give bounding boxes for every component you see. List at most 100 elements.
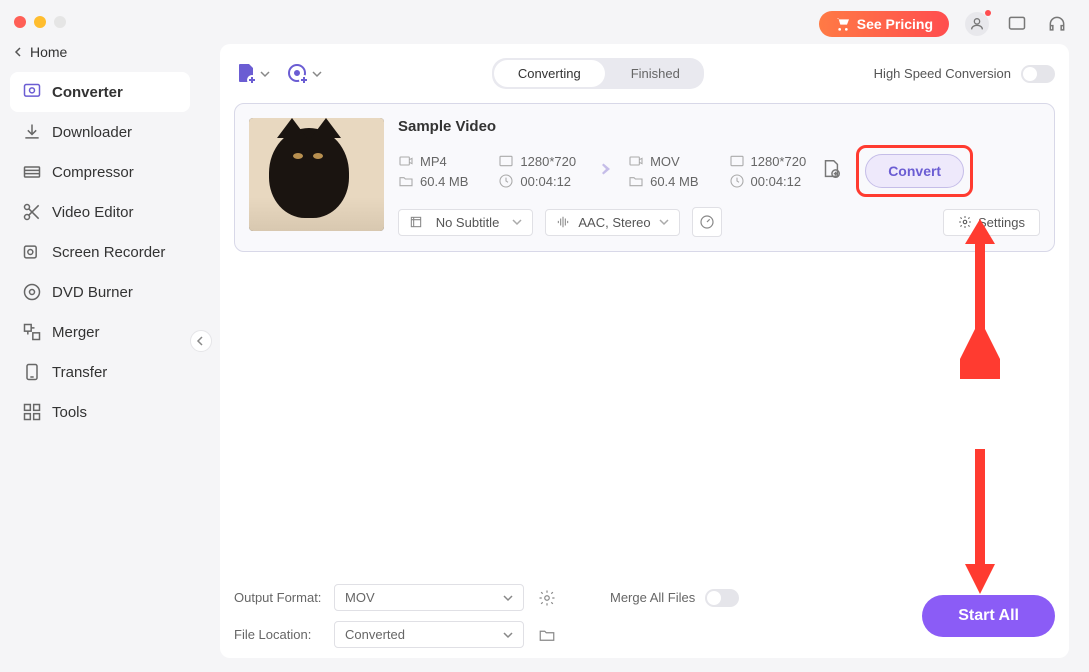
collapse-sidebar-button[interactable] xyxy=(190,330,212,352)
topbar: See Pricing xyxy=(220,10,1069,38)
file-location-label: File Location: xyxy=(234,627,324,642)
dst-duration: 00:04:12 xyxy=(729,173,807,189)
src-format: MP4 xyxy=(398,153,468,169)
start-all-button[interactable]: Start All xyxy=(922,595,1055,637)
status-tabs: Converting Finished xyxy=(492,58,704,89)
src-resolution: 1280*720 xyxy=(498,153,576,169)
sidebar-item-label: Screen Recorder xyxy=(52,244,165,261)
close-window-button[interactable] xyxy=(14,16,26,28)
sidebar-item-label: Transfer xyxy=(52,364,107,381)
merge-label: Merge All Files xyxy=(610,590,695,605)
high-speed-toggle[interactable] xyxy=(1021,65,1055,83)
merge-toggle[interactable] xyxy=(705,589,739,607)
chat-icon xyxy=(1007,14,1027,34)
convert-button[interactable]: Convert xyxy=(865,154,964,188)
sidebar-item-screen-recorder[interactable]: Screen Recorder xyxy=(10,232,190,272)
folder-icon xyxy=(398,173,414,189)
convert-highlight: Convert xyxy=(856,145,973,197)
chevron-down-icon xyxy=(659,217,669,227)
disc-icon xyxy=(22,282,42,302)
compressor-icon xyxy=(22,162,42,182)
gear-icon xyxy=(538,589,556,607)
subtitle-value: No Subtitle xyxy=(436,215,500,230)
clock-icon xyxy=(729,173,745,189)
panel-header: Converting Finished High Speed Conversio… xyxy=(234,58,1055,89)
sidebar-item-merger[interactable]: Merger xyxy=(10,312,190,352)
converter-icon xyxy=(22,82,42,102)
src-size: 60.4 MB xyxy=(398,173,468,189)
minimize-window-button[interactable] xyxy=(34,16,46,28)
sidebar-item-label: Compressor xyxy=(52,164,134,181)
subtitle-icon xyxy=(409,215,423,229)
high-speed-label: High Speed Conversion xyxy=(874,66,1011,81)
sidebar-item-label: Merger xyxy=(52,324,100,341)
dst-size: 60.4 MB xyxy=(628,173,698,189)
feedback-button[interactable] xyxy=(1005,12,1029,36)
chevron-down-icon xyxy=(312,69,322,79)
edit-params-button[interactable] xyxy=(820,158,842,185)
output-format-value: MOV xyxy=(345,590,375,605)
sidebar-item-label: Converter xyxy=(52,84,123,101)
sidebar-item-tools[interactable]: Tools xyxy=(10,392,190,432)
user-icon xyxy=(969,16,985,32)
task-title: Sample Video xyxy=(398,118,1040,135)
main-area: See Pricing Conv xyxy=(200,0,1089,672)
target-info: MOV 60.4 MB 1280*720 00:04:12 xyxy=(628,153,806,189)
sidebar-item-compressor[interactable]: Compressor xyxy=(10,152,190,192)
file-location-row: File Location: Converted xyxy=(234,621,739,648)
sidebar-item-downloader[interactable]: Downloader xyxy=(10,112,190,152)
support-button[interactable] xyxy=(1045,12,1069,36)
grid-icon xyxy=(22,402,42,422)
resolution-icon xyxy=(498,153,514,169)
cart-icon xyxy=(835,16,851,32)
sidebar-list: Converter Downloader Compressor Video Ed… xyxy=(0,68,200,436)
sidebar-item-video-editor[interactable]: Video Editor xyxy=(10,192,190,232)
audio-icon xyxy=(556,215,570,229)
output-format-row: Output Format: MOV Merge All Files xyxy=(234,584,739,611)
edit-icon xyxy=(820,158,842,180)
gauge-icon xyxy=(699,214,715,230)
home-nav[interactable]: Home xyxy=(0,36,200,68)
subtitle-dropdown[interactable]: No Subtitle xyxy=(398,209,533,236)
home-label: Home xyxy=(30,44,67,60)
file-location-value: Converted xyxy=(345,627,405,642)
add-disc-button[interactable] xyxy=(286,62,322,86)
sidebar-item-dvd-burner[interactable]: DVD Burner xyxy=(10,272,190,312)
output-format-dropdown[interactable]: MOV xyxy=(334,584,524,611)
add-file-button[interactable] xyxy=(234,62,270,86)
see-pricing-button[interactable]: See Pricing xyxy=(819,11,949,37)
audio-dropdown[interactable]: AAC, Stereo xyxy=(545,209,680,236)
tab-finished[interactable]: Finished xyxy=(607,58,704,89)
settings-button[interactable]: Settings xyxy=(943,209,1040,236)
sidebar-item-label: Video Editor xyxy=(52,204,133,221)
sidebar-item-transfer[interactable]: Transfer xyxy=(10,352,190,392)
file-location-dropdown[interactable]: Converted xyxy=(334,621,524,648)
header-right: High Speed Conversion xyxy=(874,65,1055,83)
converter-panel: Converting Finished High Speed Conversio… xyxy=(220,44,1069,658)
audio-value: AAC, Stereo xyxy=(578,215,650,230)
maximize-window-button[interactable] xyxy=(54,16,66,28)
transfer-icon xyxy=(22,362,42,382)
output-format-label: Output Format: xyxy=(234,590,324,605)
conversion-task: Sample Video MP4 60.4 MB 1280*720 00:04:… xyxy=(234,103,1055,252)
see-pricing-label: See Pricing xyxy=(857,16,933,32)
account-button[interactable] xyxy=(965,12,989,36)
chevron-left-icon xyxy=(196,336,206,346)
speed-button[interactable] xyxy=(692,207,722,237)
download-icon xyxy=(22,122,42,142)
header-left xyxy=(234,62,322,86)
tab-converting[interactable]: Converting xyxy=(494,60,605,87)
settings-label: Settings xyxy=(978,215,1025,230)
sidebar-item-label: Downloader xyxy=(52,124,132,141)
chevron-left-icon xyxy=(14,47,24,57)
sidebar-item-converter[interactable]: Converter xyxy=(10,72,190,112)
source-info: MP4 60.4 MB 1280*720 00:04:12 xyxy=(398,153,576,189)
meta-row: MP4 60.4 MB 1280*720 00:04:12 MOV 60.4 M… xyxy=(398,145,1040,197)
folder-icon xyxy=(628,173,644,189)
output-settings-button[interactable] xyxy=(534,585,560,611)
gear-icon xyxy=(958,215,972,229)
video-thumbnail[interactable] xyxy=(249,118,384,231)
sidebar-item-label: DVD Burner xyxy=(52,284,133,301)
chevron-down-icon xyxy=(260,69,270,79)
open-folder-button[interactable] xyxy=(534,622,560,648)
